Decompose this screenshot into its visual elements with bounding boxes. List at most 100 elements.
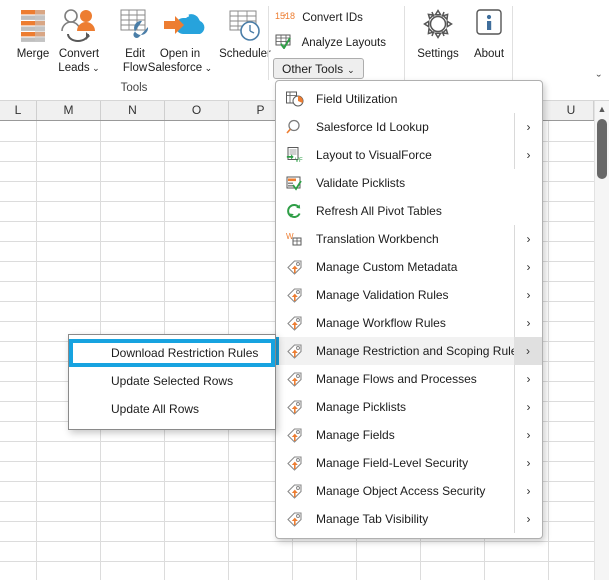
- grid-col-line: [548, 121, 549, 580]
- chevron-down-icon[interactable]: ⌄: [202, 63, 212, 73]
- ribbon-button-settings[interactable]: Settings: [411, 4, 465, 62]
- grid-row-line: [0, 541, 594, 542]
- ribbon-button-scheduler-label: Scheduler: [216, 48, 274, 62]
- submenu-arrow-icon[interactable]: ›: [514, 449, 542, 477]
- menu-item-label: Manage Field-Level Security: [310, 456, 514, 470]
- menu-item-validate-picklists[interactable]: Validate Picklists: [276, 169, 542, 197]
- other-tools-dropdown-label: Other Tools: [282, 62, 343, 76]
- menu-item-manage-flows-and-processes[interactable]: Manage Flows and Processes ›: [276, 365, 542, 393]
- tag-upload-icon: [280, 369, 310, 389]
- layout-visualforce-icon: VF: [280, 145, 310, 165]
- menu-item-translation-workbench[interactable]: W Translation Workbench ›: [276, 225, 542, 253]
- vertical-scrollbar[interactable]: ▲: [594, 101, 609, 580]
- submenu-arrow-placeholder: [514, 169, 542, 197]
- scroll-up-arrow-icon[interactable]: ▲: [595, 102, 609, 116]
- ribbon-button-open-in-salesforce[interactable]: Open in Salesforce ⌄: [142, 4, 218, 75]
- ribbon-button-open-in-salesforce-label-2: Salesforce: [148, 62, 202, 74]
- menu-item-label: Manage Tab Visibility: [310, 512, 514, 526]
- ribbon-button-convert-leads[interactable]: Convert Leads ⌄: [48, 4, 110, 75]
- column-header-l[interactable]: L: [0, 101, 37, 120]
- submenu-arrow-icon[interactable]: ›: [514, 225, 542, 253]
- column-header-u[interactable]: U: [549, 101, 594, 120]
- restriction-rules-submenu[interactable]: Download Restriction Rules Update Select…: [68, 334, 276, 430]
- refresh-circular-icon: [280, 201, 310, 221]
- submenu-arrow-icon[interactable]: ›: [514, 421, 542, 449]
- tag-upload-icon: [280, 425, 310, 445]
- menu-item-salesforce-id-lookup[interactable]: Salesforce Id Lookup ›: [276, 113, 542, 141]
- submenu-arrow-icon[interactable]: ›: [514, 309, 542, 337]
- submenu-arrow-icon[interactable]: ›: [514, 281, 542, 309]
- submenu-item-download-restriction-rules[interactable]: Download Restriction Rules: [69, 339, 275, 367]
- chevron-down-icon[interactable]: ⌄: [90, 63, 100, 73]
- ribbon-button-open-in-salesforce-label-1: Open in: [142, 48, 218, 62]
- menu-item-manage-object-access-security[interactable]: Manage Object Access Security ›: [276, 477, 542, 505]
- submenu-arrow-icon[interactable]: ›: [514, 393, 542, 421]
- menu-item-label: Layout to VisualForce: [310, 148, 514, 162]
- chevron-down-icon: ⌄: [347, 65, 355, 75]
- ribbon-button-convert-leads-label-1: Convert: [48, 48, 110, 62]
- convert-leads-people-icon: [48, 4, 110, 46]
- ribbon-button-convert-ids[interactable]: 15 18 Convert IDs: [275, 8, 363, 27]
- ribbon-button-scheduler[interactable]: Scheduler: [216, 4, 274, 62]
- menu-item-manage-field-level-security[interactable]: Manage Field-Level Security ›: [276, 449, 542, 477]
- ribbon-button-analyze-layouts-label: Analyze Layouts: [302, 37, 386, 49]
- magnifier-icon: [280, 117, 310, 137]
- menu-item-label: Manage Flows and Processes: [310, 372, 514, 386]
- svg-text:VF: VF: [295, 158, 303, 163]
- menu-item-label: Field Utilization: [310, 92, 514, 106]
- scrollbar-thumb[interactable]: [597, 119, 607, 179]
- submenu-arrow-placeholder: [514, 197, 542, 225]
- submenu-arrow-icon[interactable]: ›: [514, 141, 542, 169]
- menu-item-label: Manage Object Access Security: [310, 484, 514, 498]
- menu-item-label: Manage Restriction and Scoping Rules: [310, 344, 514, 358]
- ribbon-separator-2: [404, 6, 405, 80]
- ribbon-button-convert-ids-label: Convert IDs: [302, 12, 363, 24]
- other-tools-dropdown-button[interactable]: Other Tools ⌄: [273, 58, 364, 79]
- id-digits-icon: 15 18: [275, 8, 295, 24]
- menu-item-manage-workflow-rules[interactable]: Manage Workflow Rules ›: [276, 309, 542, 337]
- ribbon-expand-chevron-icon[interactable]: ˇ: [597, 72, 601, 87]
- other-tools-menu[interactable]: Field Utilization Salesforce Id Lookup ›: [275, 80, 543, 539]
- ribbon-button-about[interactable]: About: [466, 4, 512, 62]
- menu-item-label: Salesforce Id Lookup: [310, 120, 514, 134]
- column-header-m[interactable]: M: [37, 101, 101, 120]
- ribbon-separator-3: [512, 6, 513, 80]
- menu-item-manage-validation-rules[interactable]: Manage Validation Rules ›: [276, 281, 542, 309]
- submenu-arrow-icon[interactable]: ›: [514, 505, 542, 533]
- submenu-arrow-icon[interactable]: ›: [514, 113, 542, 141]
- gear-icon: [411, 4, 465, 46]
- analyze-layouts-icon: [275, 33, 295, 49]
- tag-upload-icon: [280, 509, 310, 529]
- salesforce-cloud-arrow-icon: [142, 4, 218, 46]
- menu-item-label: Manage Fields: [310, 428, 514, 442]
- menu-item-manage-tab-visibility[interactable]: Manage Tab Visibility ›: [276, 505, 542, 533]
- column-header-n[interactable]: N: [101, 101, 165, 120]
- ribbon-button-convert-leads-label-2: Leads: [58, 62, 89, 74]
- menu-item-manage-fields[interactable]: Manage Fields ›: [276, 421, 542, 449]
- menu-item-label: Validate Picklists: [310, 176, 514, 190]
- tag-upload-icon: [280, 453, 310, 473]
- tag-upload-icon: [280, 481, 310, 501]
- validate-picklists-icon: [280, 173, 310, 193]
- submenu-arrow-icon[interactable]: ›: [514, 337, 542, 365]
- menu-item-field-utilization[interactable]: Field Utilization: [276, 85, 542, 113]
- app-window: Merge Convert Leads ⌄: [0, 0, 609, 580]
- menu-item-manage-picklists[interactable]: Manage Picklists ›: [276, 393, 542, 421]
- column-header-o[interactable]: O: [165, 101, 229, 120]
- tag-upload-icon: [280, 313, 310, 333]
- scheduler-clock-icon: [216, 4, 274, 46]
- ribbon-button-analyze-layouts[interactable]: Analyze Layouts: [275, 33, 386, 52]
- menu-item-label: Manage Validation Rules: [310, 288, 514, 302]
- submenu-item-update-all-rows[interactable]: Update All Rows: [69, 395, 275, 423]
- menu-item-layout-to-visualforce[interactable]: VF Layout to VisualForce ›: [276, 141, 542, 169]
- tag-upload-icon: [280, 341, 310, 361]
- menu-item-refresh-all-pivot-tables[interactable]: Refresh All Pivot Tables: [276, 197, 542, 225]
- menu-item-manage-custom-metadata[interactable]: Manage Custom Metadata ›: [276, 253, 542, 281]
- menu-item-manage-restriction-and-scoping-rules[interactable]: Manage Restriction and Scoping Rules ›: [276, 337, 542, 365]
- submenu-arrow-icon[interactable]: ›: [514, 365, 542, 393]
- submenu-arrow-icon[interactable]: ›: [514, 253, 542, 281]
- submenu-arrow-icon[interactable]: ›: [514, 477, 542, 505]
- ribbon-button-settings-label: Settings: [411, 48, 465, 62]
- tag-upload-icon: [280, 397, 310, 417]
- submenu-item-update-selected-rows[interactable]: Update Selected Rows: [69, 367, 275, 395]
